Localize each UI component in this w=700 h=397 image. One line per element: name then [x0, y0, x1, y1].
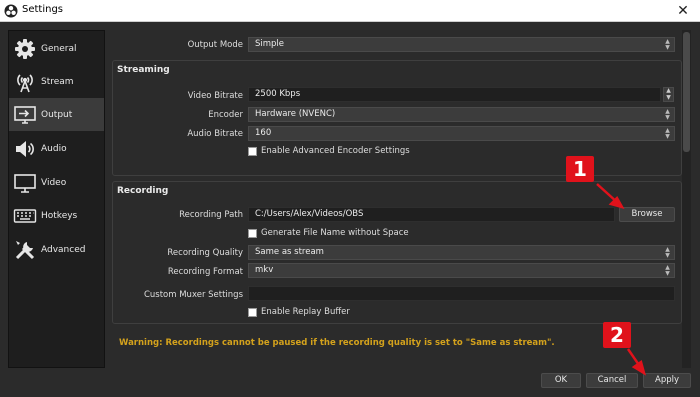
annotation-arrows [596, 183, 647, 376]
annotation-badge-2: 2 [603, 322, 631, 348]
annotation-badge-1: 1 [566, 156, 594, 182]
annotation-arrowhead-2 [631, 359, 647, 376]
